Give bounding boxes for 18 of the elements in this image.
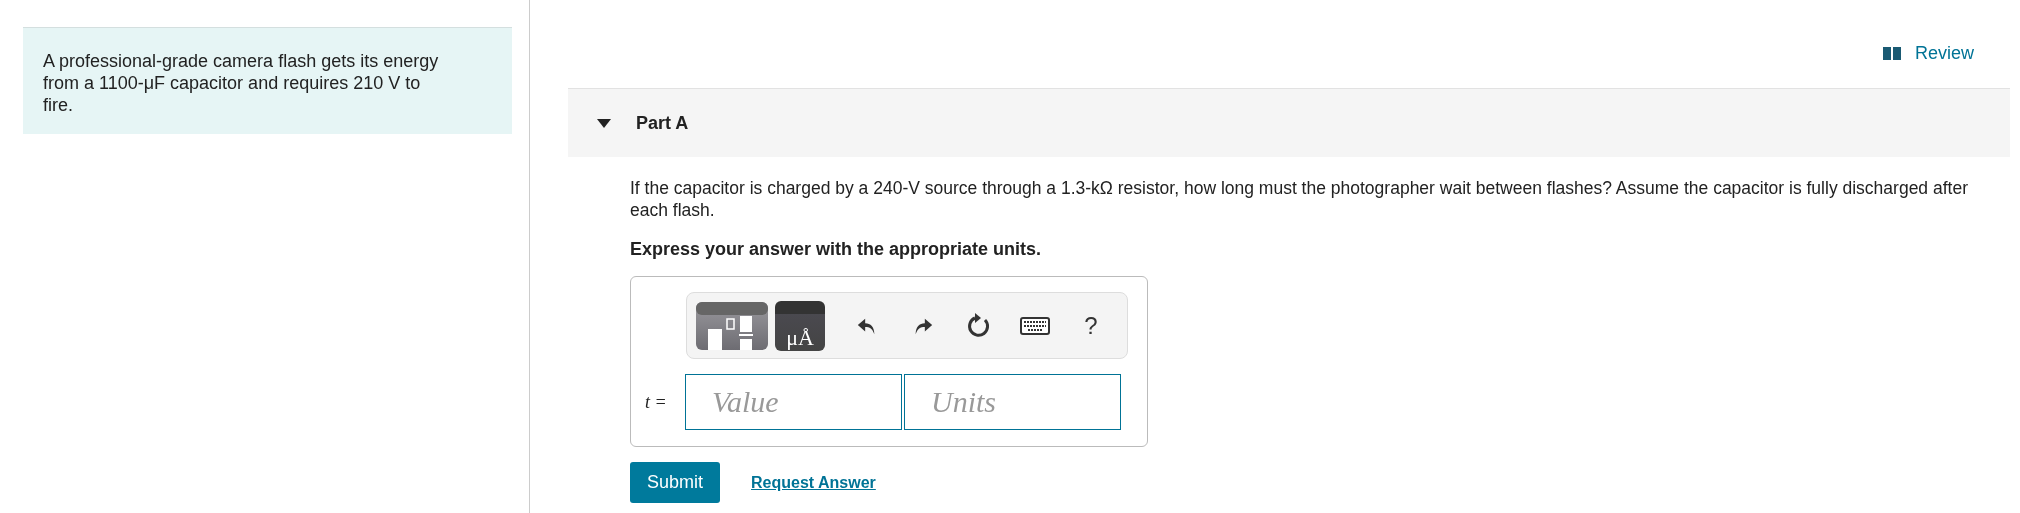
submit-button[interactable]: Submit — [630, 462, 721, 503]
book-icon — [1882, 46, 1901, 60]
request-answer-link[interactable]: Request Answer — [751, 473, 876, 492]
reset-icon — [966, 311, 992, 340]
templates-icon — [696, 301, 768, 350]
help-button[interactable]: ? — [1063, 305, 1119, 346]
part-title: Part A — [636, 112, 689, 134]
question-text: If the capacitor is charged by a 240-V source through a 1.3-kΩ resistor, how long must the photographer wait between flashes? Assume the capacitor is fully discharged after each flash. — [630, 177, 1969, 221]
units-button[interactable]: μÅ — [775, 300, 825, 351]
value-field[interactable]: Value — [685, 374, 902, 430]
templates-button[interactable] — [695, 300, 769, 351]
part-header[interactable]: Part A — [568, 88, 2010, 157]
variable-label: t = — [645, 391, 668, 413]
units-field[interactable]: Units — [904, 374, 1121, 430]
problem-text: A professional-grade camera flash gets its energy from a 1100-μF capacitor and requires 210 V to fire. — [43, 50, 440, 116]
review-link[interactable]: Review — [1882, 18, 1974, 88]
keyboard-icon — [1020, 316, 1050, 335]
instruction-text: Express your answer with the appropriate units. — [630, 239, 1042, 260]
